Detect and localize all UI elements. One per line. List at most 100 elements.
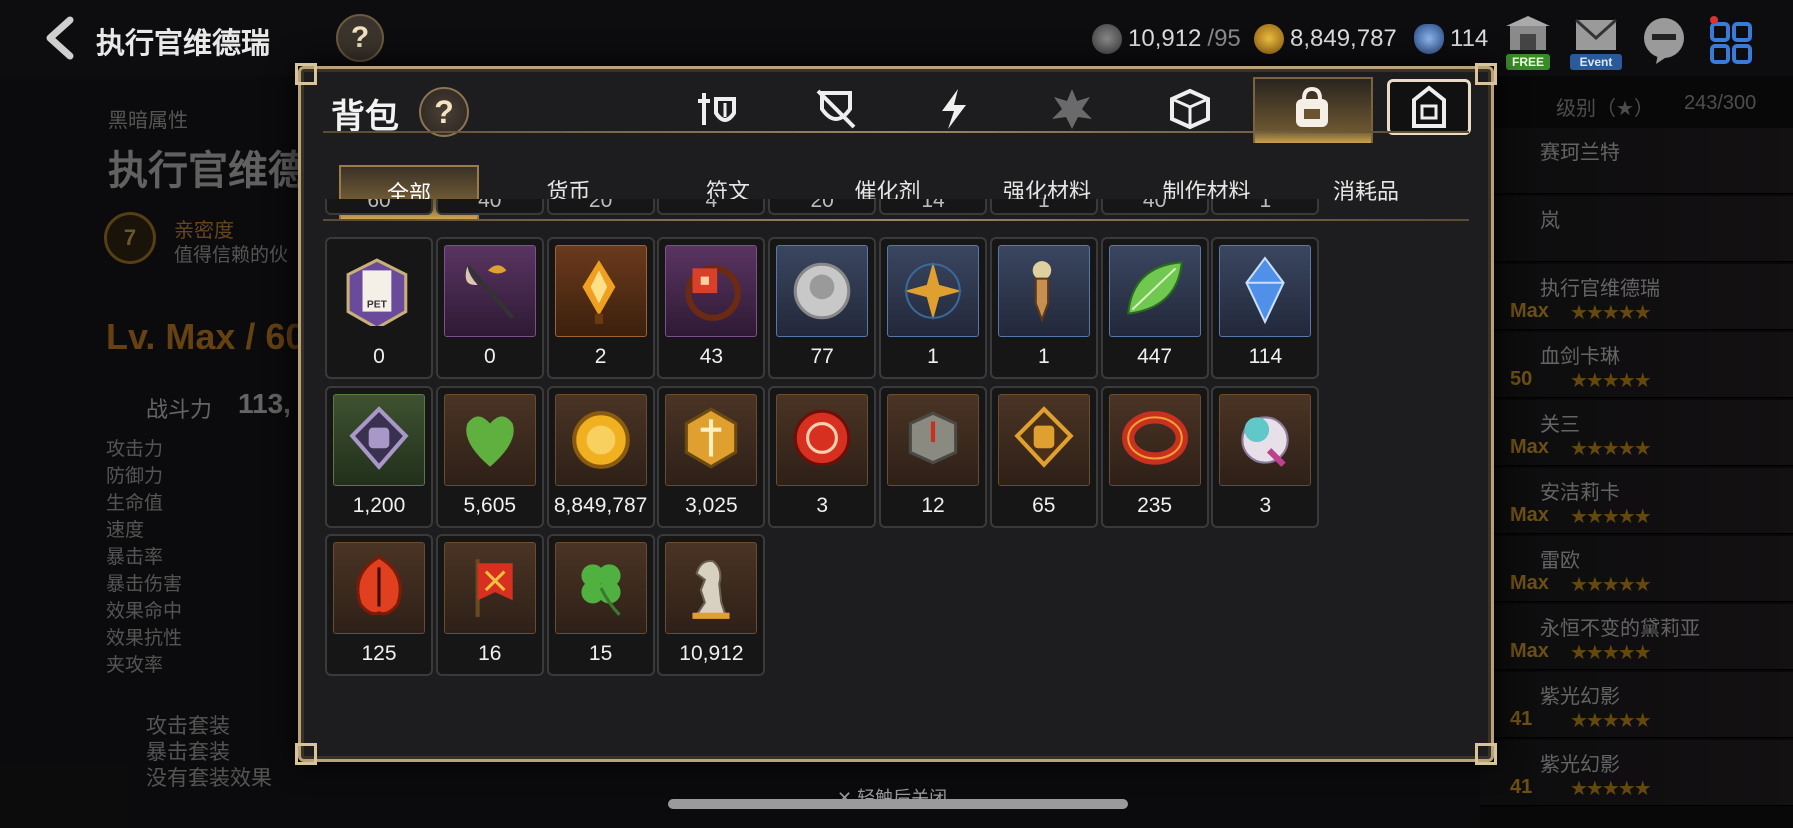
modal-help-button[interactable]: ? (419, 87, 469, 137)
back-arrow-icon[interactable] (40, 16, 80, 60)
hero-row-name: 永恒不变的黛莉亚 (1540, 618, 1700, 640)
rune-icon (1052, 89, 1092, 129)
partial-item-cell[interactable]: 1 (1211, 199, 1320, 215)
partial-item-cell[interactable]: 40 (1100, 199, 1209, 215)
stamina-counter[interactable]: 10,912/95 (1092, 20, 1241, 58)
hero-row-level: 41 (1510, 708, 1533, 730)
pet-ticket-icon: PET (333, 245, 425, 337)
partial-item-cell[interactable]: 60 (325, 199, 433, 215)
top-bar: 执行官维德瑞 ? 10,912/95 8,849,787 114 FREE Ev… (0, 0, 1793, 76)
inventory-modal: 背包 ? 全部 货币 符文 催化剂 强化材料 制作材料 消耗品 60 40 20… (295, 63, 1497, 765)
red-seal-icon (776, 393, 869, 486)
hero-row[interactable]: 紫光幻影 41 ★★★★★ (1480, 740, 1793, 806)
shop-icon (1506, 16, 1550, 50)
item-cell[interactable]: 8,849,787 (546, 385, 655, 528)
sort-label[interactable]: 级别（★） (1556, 92, 1654, 121)
partial-item-count: 20 (588, 199, 613, 212)
stamina-max: /95 (1207, 25, 1241, 52)
item-cell[interactable]: 2 (546, 237, 655, 379)
hero-row[interactable]: 岚 (1480, 196, 1793, 262)
partial-item-cell[interactable]: 40 (435, 199, 544, 215)
item-cell[interactable]: 447 (1100, 237, 1209, 379)
item-cell[interactable]: 3,025 (657, 385, 766, 528)
item-cell[interactable]: 235 (1100, 385, 1209, 528)
hero-row[interactable]: 雷欧 Max ★★★★★ (1480, 536, 1793, 602)
item-cell[interactable]: 16 (435, 534, 544, 676)
category-equipment[interactable] (687, 81, 749, 137)
item-count: 3 (816, 493, 829, 517)
equipment-icon (698, 93, 736, 125)
partial-item-cell[interactable]: 14 (879, 199, 987, 215)
partial-item-cell[interactable]: 20 (546, 199, 655, 215)
red-ring-emblem-icon (665, 245, 758, 337)
category-rune[interactable] (1041, 81, 1103, 137)
item-count: 125 (361, 642, 397, 665)
mail-event-button[interactable]: Event (1570, 14, 1622, 70)
gold-counter[interactable]: 8,849,787 (1254, 20, 1397, 58)
category-skill[interactable] (923, 81, 985, 137)
item-cell[interactable]: 10,912 (657, 534, 766, 676)
item-count: 5,605 (463, 493, 517, 517)
item-count: 16 (478, 642, 502, 665)
power-value: 113, (238, 388, 291, 419)
partial-item-count: 20 (810, 199, 834, 212)
skill-icon (942, 89, 966, 129)
hero-row[interactable]: 安洁莉卡 Max ★★★★★ (1480, 468, 1793, 534)
item-cell[interactable]: 1,200 (325, 385, 433, 528)
teal-orb-icon (1219, 393, 1312, 486)
item-cell[interactable]: 15 (546, 534, 655, 676)
star-rating-icon: ★★★★★ (1570, 642, 1652, 664)
item-count: 1 (1037, 345, 1050, 368)
hero-row-level: Max (1510, 504, 1549, 526)
item-cell[interactable]: 125 (325, 534, 433, 676)
hero-row[interactable]: 执行官维德瑞 Max ★★★★★ (1480, 264, 1793, 330)
partial-item-cell[interactable]: 4 (657, 199, 766, 215)
category-storage[interactable] (1387, 79, 1471, 135)
silver-coin-icon (776, 245, 869, 337)
green-leaf-icon (1108, 245, 1201, 337)
item-cell[interactable]: 12 (879, 385, 987, 528)
item-cell[interactable]: 114 (1211, 237, 1320, 379)
item-cell[interactable]: 0 (435, 237, 544, 379)
partial-item-count: 60 (367, 199, 391, 212)
item-cell[interactable]: 65 (989, 385, 1098, 528)
hero-row[interactable]: 关三 Max ★★★★★ (1480, 400, 1793, 466)
shop-free-button[interactable]: FREE (1502, 14, 1554, 70)
item-count: 2 (594, 345, 607, 368)
item-cell[interactable]: 77 (768, 237, 877, 379)
home-indicator[interactable] (668, 799, 1128, 809)
hero-list: 级别（★） 243/300 赛珂兰特岚执行官维德瑞 Max ★★★★★ 血剑卡琳 50 ★… (1480, 76, 1793, 828)
hero-info-panel: 黑暗属性 执行官维德 7 亲密度 值得信赖的伙 Lv. Max / 60 战斗力… (0, 76, 320, 828)
partial-item-cell[interactable]: 1 (989, 199, 1098, 215)
hero-row[interactable]: 永恒不变的黛莉亚 Max ★★★★★ (1480, 604, 1793, 670)
help-button[interactable]: ? (336, 14, 384, 62)
hero-row[interactable]: 赛珂兰特 (1480, 128, 1793, 194)
fist-emblem-gold-icon (997, 393, 1090, 486)
item-cell[interactable]: PET 0 (325, 237, 433, 379)
item-cell[interactable]: 3 (1211, 385, 1320, 528)
item-cell[interactable]: 1 (989, 237, 1098, 379)
item-count: 447 (1137, 345, 1173, 368)
hero-row-name: 血剑卡琳 (1540, 346, 1620, 368)
category-bag[interactable] (1281, 81, 1343, 137)
hero-row[interactable]: 紫光幻影 41 ★★★★★ (1480, 672, 1793, 738)
chat-icon[interactable] (1638, 14, 1690, 68)
item-cell[interactable]: 43 (657, 237, 766, 379)
stat-label: 暴击伤害 (106, 574, 183, 595)
hero-row-level: Max (1510, 572, 1549, 594)
stamina-value: 10,912 (1128, 25, 1202, 52)
item-cell[interactable]: 3 (768, 385, 877, 528)
hero-row[interactable]: 血剑卡琳 50 ★★★★★ (1480, 332, 1793, 398)
item-cell[interactable]: 1 (879, 237, 987, 379)
menu-grid-icon[interactable] (1706, 14, 1758, 68)
category-dice[interactable] (1159, 81, 1221, 137)
dice-icon (1170, 88, 1210, 130)
artifact-icon (816, 89, 856, 129)
hero-name: 执行官维德 (108, 149, 308, 193)
crystal-counter[interactable]: 114 (1414, 20, 1488, 58)
war-banner-icon (443, 542, 536, 634)
partial-item-cell[interactable]: 20 (768, 199, 877, 215)
item-cell[interactable]: 5,605 (435, 385, 544, 528)
knight-chess-icon (665, 542, 758, 634)
category-artifact[interactable] (805, 81, 867, 137)
